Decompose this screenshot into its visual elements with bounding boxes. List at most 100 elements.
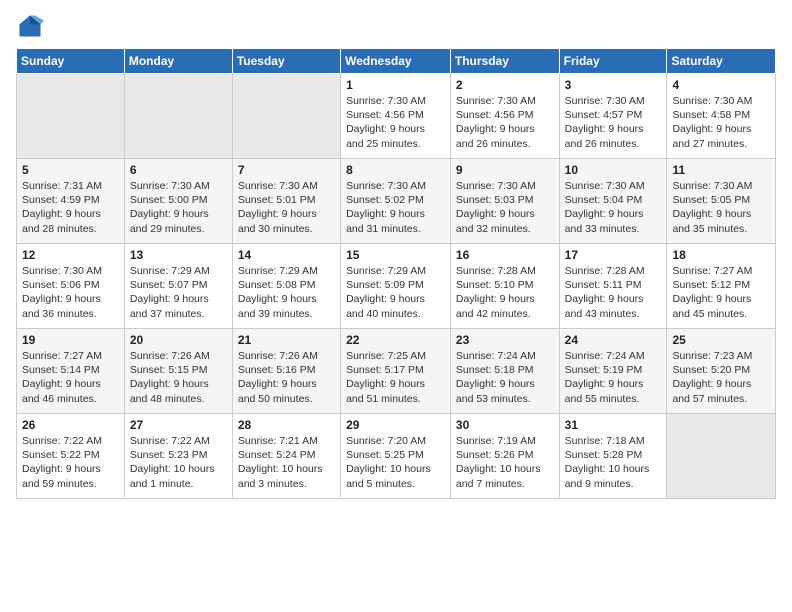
calendar-cell: 26 Sunrise: 7:22 AM Sunset: 5:22 PM Dayli… [17, 414, 125, 499]
day-info: Sunrise: 7:30 AM Sunset: 4:56 PM Dayligh… [456, 94, 554, 151]
calendar-cell: 18Sunrise: 7:27 AM Sunset: 5:12 PM Dayli… [667, 244, 776, 329]
day-number: 25 [672, 333, 770, 347]
day-number: 20 [130, 333, 227, 347]
calendar-cell: 14Sunrise: 7:29 AM Sunset: 5:08 PM Dayli… [232, 244, 340, 329]
day-number: 31 [565, 418, 662, 432]
calendar-cell: 30 Sunrise: 7:19 AM Sunset: 5:26 PM Dayli… [450, 414, 559, 499]
day-info: Sunrise: 7:30 AM Sunset: 4:56 PM Dayligh… [346, 94, 445, 151]
calendar-cell: 31 Sunrise: 7:18 AM Sunset: 5:28 PM Dayli… [559, 414, 667, 499]
calendar-cell: 23Sunrise: 7:24 AM Sunset: 5:18 PM Dayli… [450, 329, 559, 414]
calendar-cell: 2 Sunrise: 7:30 AM Sunset: 4:56 PM Daylig… [450, 74, 559, 159]
calendar-cell: 28 Sunrise: 7:21 AM Sunset: 5:24 PM Dayli… [232, 414, 340, 499]
day-number: 7 [238, 163, 335, 177]
day-info: Sunrise: 7:25 AM Sunset: 5:17 PM Dayligh… [346, 349, 445, 406]
day-number: 23 [456, 333, 554, 347]
day-info: Sunrise: 7:30 AM Sunset: 5:05 PM Dayligh… [672, 179, 770, 236]
day-info: Sunrise: 7:30 AM Sunset: 5:06 PM Dayligh… [22, 264, 119, 321]
day-number: 8 [346, 163, 445, 177]
calendar-cell: 29 Sunrise: 7:20 AM Sunset: 5:25 PM Dayli… [341, 414, 451, 499]
day-info: Sunrise: 7:22 AM Sunset: 5:22 PM Dayligh… [22, 434, 119, 491]
day-info: Sunrise: 7:22 AM Sunset: 5:23 PM Dayligh… [130, 434, 227, 491]
calendar-cell [232, 74, 340, 159]
weekday-header-saturday: Saturday [667, 49, 776, 74]
calendar-cell: 3 Sunrise: 7:30 AM Sunset: 4:57 PM Daylig… [559, 74, 667, 159]
day-info: Sunrise: 7:30 AM Sunset: 4:57 PM Dayligh… [565, 94, 662, 151]
calendar-cell: 15 Sunrise: 7:29 AM Sunset: 5:09 PM Dayli… [341, 244, 451, 329]
calendar-cell: 6 Sunrise: 7:30 AM Sunset: 5:00 PM Daylig… [124, 159, 232, 244]
day-info: Sunrise: 7:26 AM Sunset: 5:16 PM Dayligh… [238, 349, 335, 406]
day-number: 14 [238, 248, 335, 262]
calendar-cell [667, 414, 776, 499]
day-info: Sunrise: 7:23 AM Sunset: 5:20 PM Dayligh… [672, 349, 770, 406]
day-info: Sunrise: 7:19 AM Sunset: 5:26 PM Dayligh… [456, 434, 554, 491]
calendar-cell: 25 Sunrise: 7:23 AM Sunset: 5:20 PM Dayli… [667, 329, 776, 414]
calendar-cell: 9 Sunrise: 7:30 AM Sunset: 5:03 PM Daylig… [450, 159, 559, 244]
day-number: 6 [130, 163, 227, 177]
day-number: 2 [456, 78, 554, 92]
day-info: Sunrise: 7:28 AM Sunset: 5:10 PM Dayligh… [456, 264, 554, 321]
day-info: Sunrise: 7:30 AM Sunset: 5:01 PM Dayligh… [238, 179, 335, 236]
calendar-cell: 19 Sunrise: 7:27 AM Sunset: 5:14 PM Dayli… [17, 329, 125, 414]
calendar-cell: 10Sunrise: 7:30 AM Sunset: 5:04 PM Dayli… [559, 159, 667, 244]
day-number: 10 [565, 163, 662, 177]
calendar-cell: 17Sunrise: 7:28 AM Sunset: 5:11 PM Dayli… [559, 244, 667, 329]
day-number: 24 [565, 333, 662, 347]
calendar-cell [124, 74, 232, 159]
day-info: Sunrise: 7:21 AM Sunset: 5:24 PM Dayligh… [238, 434, 335, 491]
day-number: 16 [456, 248, 554, 262]
weekday-header-monday: Monday [124, 49, 232, 74]
weekday-header-sunday: Sunday [17, 49, 125, 74]
weekday-header-tuesday: Tuesday [232, 49, 340, 74]
weekday-header-friday: Friday [559, 49, 667, 74]
day-number: 29 [346, 418, 445, 432]
weekday-header-wednesday: Wednesday [341, 49, 451, 74]
calendar-cell: 7 Sunrise: 7:30 AM Sunset: 5:01 PM Daylig… [232, 159, 340, 244]
day-number: 30 [456, 418, 554, 432]
day-number: 22 [346, 333, 445, 347]
calendar-cell: 20 Sunrise: 7:26 AM Sunset: 5:15 PM Dayli… [124, 329, 232, 414]
day-number: 4 [672, 78, 770, 92]
calendar-cell: 8 Sunrise: 7:30 AM Sunset: 5:02 PM Daylig… [341, 159, 451, 244]
calendar-cell: 24 Sunrise: 7:24 AM Sunset: 5:19 PM Dayli… [559, 329, 667, 414]
week-row-4: 19 Sunrise: 7:27 AM Sunset: 5:14 PM Dayli… [17, 329, 776, 414]
day-info: Sunrise: 7:26 AM Sunset: 5:15 PM Dayligh… [130, 349, 227, 406]
calendar-cell: 16 Sunrise: 7:28 AM Sunset: 5:10 PM Dayli… [450, 244, 559, 329]
day-info: Sunrise: 7:27 AM Sunset: 5:12 PM Dayligh… [672, 264, 770, 321]
day-info: Sunrise: 7:30 AM Sunset: 5:02 PM Dayligh… [346, 179, 445, 236]
calendar-cell: 5Sunrise: 7:31 AM Sunset: 4:59 PM Daylig… [17, 159, 125, 244]
day-number: 12 [22, 248, 119, 262]
day-number: 19 [22, 333, 119, 347]
day-number: 26 [22, 418, 119, 432]
day-info: Sunrise: 7:20 AM Sunset: 5:25 PM Dayligh… [346, 434, 445, 491]
day-number: 28 [238, 418, 335, 432]
day-number: 3 [565, 78, 662, 92]
week-row-3: 12 Sunrise: 7:30 AM Sunset: 5:06 PM Dayli… [17, 244, 776, 329]
calendar-cell: 12 Sunrise: 7:30 AM Sunset: 5:06 PM Dayli… [17, 244, 125, 329]
day-info: Sunrise: 7:18 AM Sunset: 5:28 PM Dayligh… [565, 434, 662, 491]
day-info: Sunrise: 7:30 AM Sunset: 5:03 PM Dayligh… [456, 179, 554, 236]
calendar-cell: 11Sunrise: 7:30 AM Sunset: 5:05 PM Dayli… [667, 159, 776, 244]
day-info: Sunrise: 7:30 AM Sunset: 5:00 PM Dayligh… [130, 179, 227, 236]
header [16, 12, 776, 40]
day-info: Sunrise: 7:30 AM Sunset: 4:58 PM Dayligh… [672, 94, 770, 151]
calendar-cell: 13Sunrise: 7:29 AM Sunset: 5:07 PM Dayli… [124, 244, 232, 329]
day-info: Sunrise: 7:28 AM Sunset: 5:11 PM Dayligh… [565, 264, 662, 321]
logo-icon [16, 12, 44, 40]
calendar-cell: 27 Sunrise: 7:22 AM Sunset: 5:23 PM Dayli… [124, 414, 232, 499]
day-info: Sunrise: 7:29 AM Sunset: 5:07 PM Dayligh… [130, 264, 227, 321]
day-number: 9 [456, 163, 554, 177]
calendar-cell [17, 74, 125, 159]
weekday-header-thursday: Thursday [450, 49, 559, 74]
week-row-1: 1Sunrise: 7:30 AM Sunset: 4:56 PM Daylig… [17, 74, 776, 159]
weekday-header-row: SundayMondayTuesdayWednesdayThursdayFrid… [17, 49, 776, 74]
day-info: Sunrise: 7:24 AM Sunset: 5:19 PM Dayligh… [565, 349, 662, 406]
day-info: Sunrise: 7:27 AM Sunset: 5:14 PM Dayligh… [22, 349, 119, 406]
calendar-cell: 21Sunrise: 7:26 AM Sunset: 5:16 PM Dayli… [232, 329, 340, 414]
day-number: 27 [130, 418, 227, 432]
calendar-cell: 22 Sunrise: 7:25 AM Sunset: 5:17 PM Dayli… [341, 329, 451, 414]
day-number: 15 [346, 248, 445, 262]
calendar-page: SundayMondayTuesdayWednesdayThursdayFrid… [0, 0, 792, 612]
day-info: Sunrise: 7:29 AM Sunset: 5:09 PM Dayligh… [346, 264, 445, 321]
calendar-cell: 4 Sunrise: 7:30 AM Sunset: 4:58 PM Daylig… [667, 74, 776, 159]
week-row-5: 26 Sunrise: 7:22 AM Sunset: 5:22 PM Dayli… [17, 414, 776, 499]
